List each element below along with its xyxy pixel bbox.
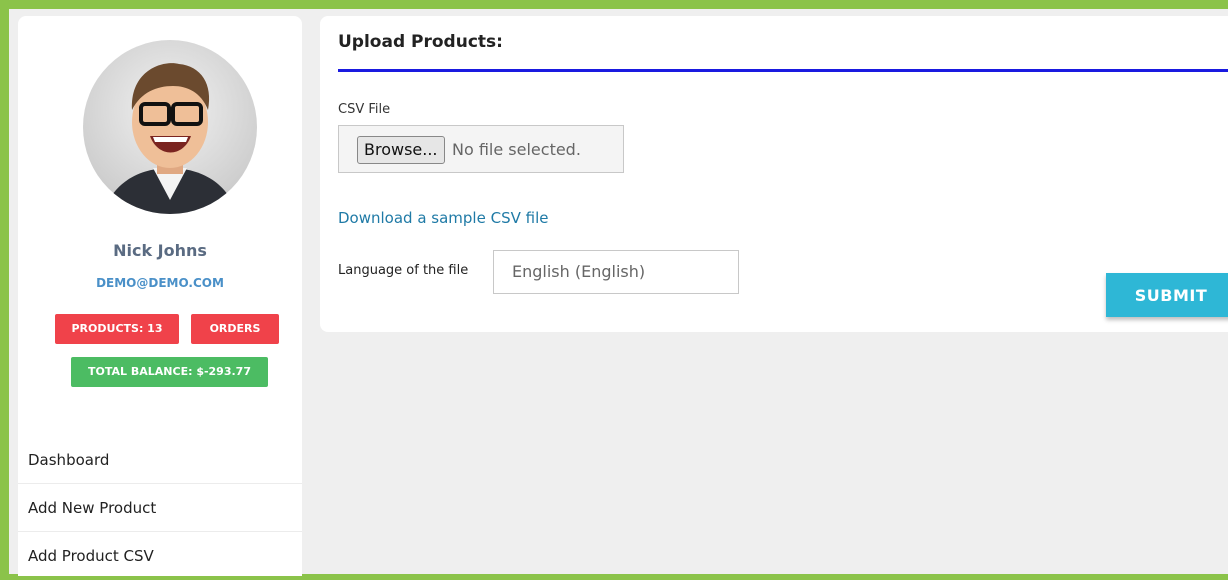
products-count-badge[interactable]: PRODUCTS: 13 xyxy=(55,314,179,344)
csv-file-input[interactable]: Browse... No file selected. xyxy=(338,125,624,173)
total-balance-badge[interactable]: TOTAL BALANCE: $-293.77 xyxy=(71,357,268,387)
submit-button[interactable]: SUBMIT xyxy=(1106,273,1228,317)
page-frame: Nick Johns DEMO@DEMO.COM PRODUCTS: 13 OR… xyxy=(9,9,1228,576)
sidebar-item-add-new-product[interactable]: Add New Product xyxy=(18,484,302,532)
orders-badge[interactable]: ORDERS xyxy=(191,314,279,344)
language-label: Language of the file xyxy=(338,263,469,278)
download-sample-csv-link[interactable]: Download a sample CSV file xyxy=(338,209,548,227)
user-name: Nick Johns xyxy=(113,241,207,260)
language-select[interactable]: English (English) xyxy=(493,250,739,294)
avatar-image xyxy=(103,63,237,214)
sidebar-item-add-product-csv[interactable]: Add Product CSV xyxy=(18,532,302,580)
upload-products-card: Upload Products: CSV File Browse... No f… xyxy=(320,16,1228,332)
file-status-text: No file selected. xyxy=(452,140,581,159)
title-divider xyxy=(338,69,1228,72)
csv-file-label: CSV File xyxy=(338,102,391,117)
user-avatar xyxy=(83,40,257,214)
sidebar: Nick Johns DEMO@DEMO.COM PRODUCTS: 13 OR… xyxy=(18,16,302,576)
browse-button[interactable]: Browse... xyxy=(357,136,445,164)
page-title: Upload Products: xyxy=(338,32,503,52)
sidebar-item-dashboard[interactable]: Dashboard xyxy=(18,436,302,484)
user-email: DEMO@DEMO.COM xyxy=(96,276,224,290)
